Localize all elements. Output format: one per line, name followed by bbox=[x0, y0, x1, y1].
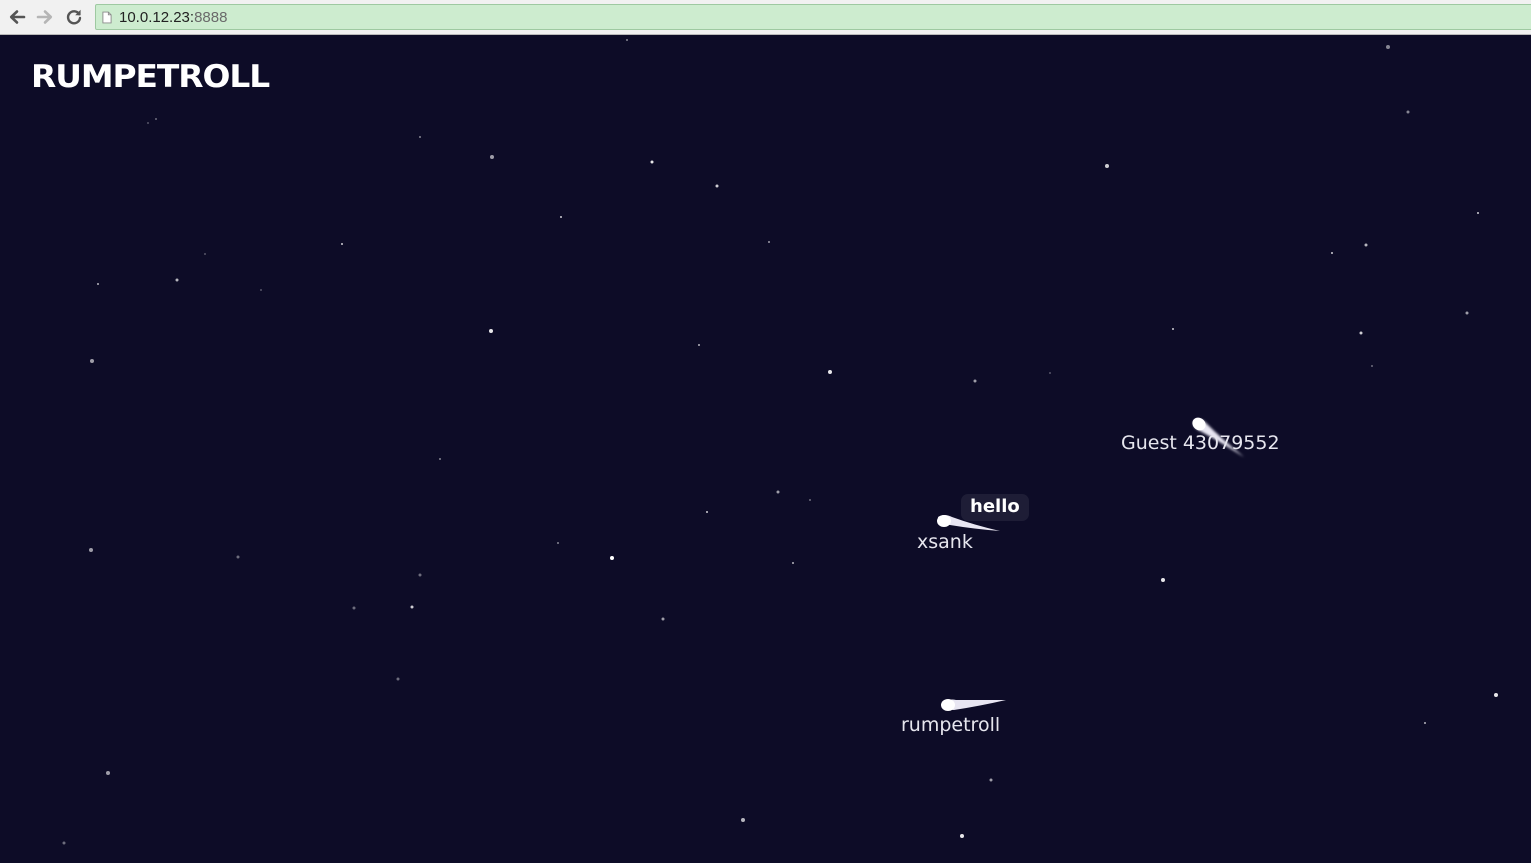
back-button[interactable] bbox=[6, 7, 28, 27]
star-dot bbox=[1049, 372, 1051, 374]
star-dot bbox=[560, 216, 562, 218]
arrow-left-icon bbox=[9, 10, 26, 24]
star-dot bbox=[62, 841, 66, 845]
star-dot bbox=[792, 562, 794, 564]
star-dot bbox=[741, 818, 745, 822]
star-dot bbox=[610, 556, 614, 560]
star-dot bbox=[97, 283, 99, 285]
rumpetroll-logo: RUMPETROLL bbox=[31, 59, 270, 95]
star-dot bbox=[147, 122, 149, 124]
star-dot bbox=[989, 778, 993, 782]
arrow-right-icon bbox=[36, 10, 53, 24]
star-dot bbox=[1424, 722, 1426, 724]
star-dot bbox=[489, 329, 493, 333]
star-dot bbox=[557, 542, 559, 544]
url-port: 8888 bbox=[194, 8, 228, 26]
star-dot bbox=[960, 834, 964, 838]
star-dot bbox=[410, 605, 414, 609]
star-dot bbox=[1465, 311, 1469, 315]
document-icon bbox=[102, 11, 112, 23]
star-dot bbox=[1364, 243, 1368, 247]
star-dot bbox=[236, 555, 240, 559]
star-dot bbox=[973, 379, 977, 383]
star-dot bbox=[260, 289, 262, 291]
star-dot bbox=[809, 499, 811, 501]
reload-icon bbox=[66, 9, 82, 25]
star-dot bbox=[698, 344, 700, 346]
star-dot bbox=[1494, 693, 1498, 697]
star-dot bbox=[90, 359, 94, 363]
star-dot bbox=[828, 370, 832, 374]
star-dot bbox=[439, 458, 441, 460]
star-dot bbox=[706, 511, 708, 513]
star-dot bbox=[1172, 328, 1174, 330]
star-dot bbox=[1406, 110, 1410, 114]
star-dot bbox=[418, 573, 422, 577]
star-dot bbox=[419, 136, 421, 138]
star-dot bbox=[626, 39, 628, 41]
star-dot bbox=[175, 278, 179, 282]
star-dot bbox=[204, 253, 206, 255]
star-dot bbox=[1105, 164, 1109, 168]
star-dot bbox=[396, 677, 400, 681]
forward-button[interactable] bbox=[34, 7, 56, 27]
star-dot bbox=[1331, 252, 1333, 254]
star-dot bbox=[1477, 212, 1479, 214]
star-dot bbox=[490, 155, 494, 159]
star-dot bbox=[89, 548, 93, 552]
star-dot bbox=[352, 606, 356, 610]
game-canvas[interactable]: RUMPETROLL Guest 43079552 hello xsank ru… bbox=[0, 35, 1531, 863]
starfield bbox=[62, 39, 1498, 845]
troll-name-label: xsank bbox=[917, 531, 973, 553]
browser-toolbar: 10.0.12.23: 8888 bbox=[0, 0, 1531, 35]
star-dot bbox=[768, 241, 770, 243]
star-dot bbox=[650, 160, 654, 164]
troll-rumpetroll-tadpole bbox=[941, 699, 1006, 711]
star-dot bbox=[1359, 331, 1363, 335]
reload-button[interactable] bbox=[63, 7, 85, 27]
star-dot bbox=[341, 243, 343, 245]
star-dot bbox=[1386, 45, 1390, 49]
troll-name-label: rumpetroll bbox=[901, 714, 1001, 736]
star-dot bbox=[155, 118, 157, 120]
star-dot bbox=[661, 617, 665, 621]
troll-name-label: Guest 43079552 bbox=[1121, 432, 1280, 454]
star-dot bbox=[776, 490, 780, 494]
star-dot bbox=[1161, 578, 1165, 582]
star-dot bbox=[106, 771, 110, 775]
star-dot bbox=[715, 184, 719, 188]
url-host: 10.0.12.23: bbox=[119, 8, 195, 26]
address-bar[interactable]: 10.0.12.23: 8888 bbox=[95, 4, 1531, 30]
star-dot bbox=[1371, 365, 1373, 367]
